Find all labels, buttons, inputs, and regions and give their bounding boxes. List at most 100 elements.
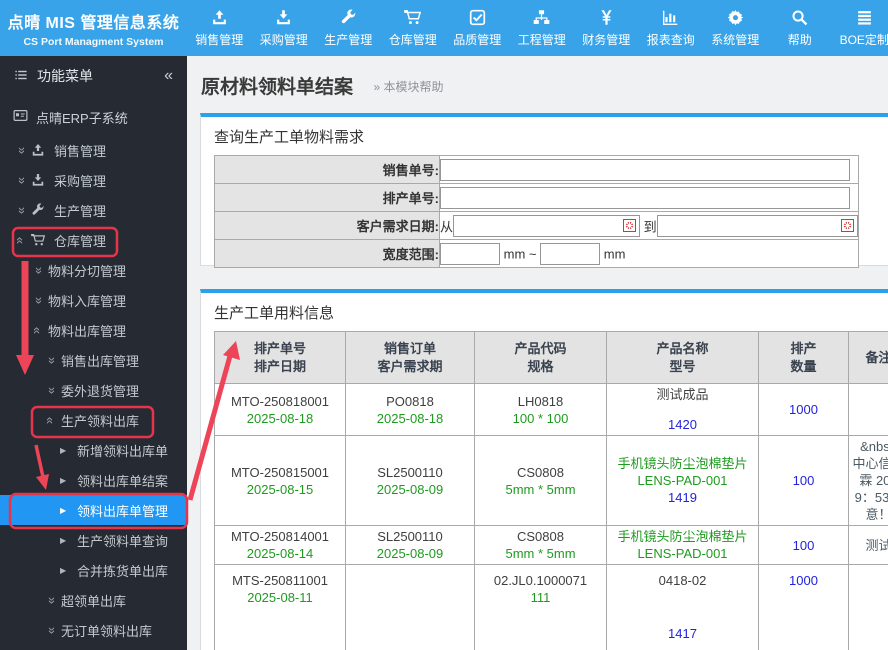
cell-link[interactable]: 100 xyxy=(762,472,845,489)
column-header: 产品代码 规格 xyxy=(474,331,607,384)
cell-link[interactable]: 1417 xyxy=(610,625,755,642)
sidebar-item-label: 仓库管理 xyxy=(54,233,107,249)
table-row: MTO-250818001 2025-08-18 PO0818 2025-08-18 L… xyxy=(214,383,888,436)
nav-item-reports[interactable]: 报表查询 xyxy=(639,0,704,56)
sidebar-item-no-order-picking[interactable]: «无订单领料出库 xyxy=(0,615,187,645)
sidebar-item-material-inbound[interactable]: «物料入库管理 xyxy=(0,285,187,315)
column-header: 排产 数量 xyxy=(758,331,849,384)
nav-item-system[interactable]: 系统管理 xyxy=(703,0,768,56)
chevron-double-down-icon: « xyxy=(13,146,28,154)
sidebar-root-label: 点晴ERP子系统 xyxy=(36,110,128,126)
sidebar-item-sales[interactable]: « 销售管理 xyxy=(0,135,187,165)
sidebar-item-production-picking[interactable]: «生产领料出库 xyxy=(0,405,187,435)
nav-item-label: 财务管理 xyxy=(582,33,631,47)
cell-text: 5mm * 5mm xyxy=(505,481,576,497)
column-header: 备注 xyxy=(848,331,888,384)
sidebar-item-production-picking-query[interactable]: ▶ 生产领料单查询 xyxy=(0,525,187,555)
workorder-panel-title: 生产工单用料信息 xyxy=(214,305,335,322)
nav-item-label: 仓库管理 xyxy=(388,33,437,47)
date-picker-icon[interactable] xyxy=(840,218,854,232)
nav-item-help[interactable]: 帮助 xyxy=(768,0,833,56)
gear-icon xyxy=(703,9,768,28)
check-square-icon xyxy=(445,9,510,28)
nav-item-boe-custom[interactable]: BOE定制 xyxy=(832,0,888,56)
chevron-double-down-icon: « xyxy=(43,626,58,634)
column-header: 排产单号 排产日期 xyxy=(214,331,346,384)
nav-item-label: 报表查询 xyxy=(646,33,695,47)
sales-no-input[interactable] xyxy=(440,158,850,181)
cell-link[interactable]: 1420 xyxy=(610,416,755,433)
table-cell: CS0808 5mm * 5mm xyxy=(474,435,607,526)
nav-item-finance[interactable]: 财务管理 xyxy=(574,0,639,56)
sidebar-item-label: 生产领料单查询 xyxy=(77,533,169,549)
sidebar-item-material-outbound[interactable]: «物料出库管理 xyxy=(0,315,187,345)
table-cell: MTO-250814001 2025-08-14 xyxy=(214,525,346,565)
sidebar-item-purchase[interactable]: « 采购管理 xyxy=(0,165,187,195)
nav-item-quality[interactable]: 品质管理 xyxy=(445,0,510,56)
table-cell: &nbsp 中心信息霖 202 9：53： 意！ xyxy=(848,435,888,526)
cell-text: 2025-08-09 xyxy=(376,546,444,561)
cell-text: 5mm * 5mm xyxy=(505,546,576,561)
date-from-input[interactable] xyxy=(453,214,641,237)
width-max-input[interactable] xyxy=(540,242,601,265)
nav-item-label: 销售管理 xyxy=(195,33,244,47)
sidebar-item-warehouse[interactable]: « 仓库管理 xyxy=(0,225,187,255)
cell-link[interactable]: 100 xyxy=(762,537,845,554)
plan-no-input[interactable] xyxy=(440,186,850,209)
nav-item-purchase[interactable]: 采购管理 xyxy=(252,0,317,56)
sidebar-item-material-slitting[interactable]: «物料分切管理 xyxy=(0,255,187,285)
sidebar-item-merged-picking-outbound[interactable]: ▶ 合并拣货单出库 xyxy=(0,555,187,585)
column-header: 产品名称 型号 xyxy=(606,331,759,384)
cell-text: LH0818 xyxy=(517,393,564,409)
cell-text: 02.JL0.1000071 xyxy=(493,573,588,588)
date-picker-icon[interactable] xyxy=(623,218,637,232)
table-cell: CS0808 5mm * 5mm xyxy=(474,525,607,565)
table-cell: 手机镜头防尘泡棉垫片 LENS-PAD-001 xyxy=(606,525,759,565)
cell-text: MTO-250818001 xyxy=(230,393,330,409)
sidebar-item-sales-outbound[interactable]: «销售出库管理 xyxy=(0,345,187,375)
sidebar-item-picking-order-management[interactable]: ▶ 领料出库单管理 xyxy=(0,495,187,525)
cell-link[interactable]: 1000 xyxy=(762,572,845,589)
nav-item-engineering[interactable]: 工程管理 xyxy=(510,0,575,56)
sidebar-item-production[interactable]: « 生产管理 xyxy=(0,195,187,225)
nav-item-label: 生产管理 xyxy=(324,33,373,47)
top-bar: 点晴 MIS 管理信息系统 CS Port Managment System 销… xyxy=(0,0,888,56)
table-cell xyxy=(848,564,888,650)
table-cell: 1000 xyxy=(758,564,849,650)
nav-item-production[interactable]: 生产管理 xyxy=(316,0,381,56)
chevron-double-down-icon: « xyxy=(43,356,58,364)
sidebar-item-erp-root[interactable]: 点晴ERP子系统 xyxy=(0,103,187,131)
module-help-link[interactable]: » 本模块帮助 xyxy=(373,80,443,94)
workorder-table-body: MTO-250818001 2025-08-18 PO0818 2025-08-18 L… xyxy=(214,383,888,650)
cell-text: 2025-08-09 xyxy=(376,481,444,497)
cell-text: CS0808 xyxy=(517,529,564,544)
sidebar-item-over-picking-outbound[interactable]: «超领单出库 xyxy=(0,585,187,615)
upload-icon xyxy=(187,9,252,28)
cell-link[interactable]: 1419 xyxy=(610,489,755,506)
page-title: 原材料领料单结案 xyxy=(201,77,354,98)
cell-text: 2025-08-18 xyxy=(376,410,444,426)
date-from-label: 从 xyxy=(440,219,454,234)
yen-icon xyxy=(574,9,639,28)
wrench-icon xyxy=(316,9,381,28)
sidebar-item-new-picking-order[interactable]: ▶ 新增领料出库单 xyxy=(0,435,187,465)
wrench-icon xyxy=(31,203,45,217)
cell-text: 100 * 100 xyxy=(512,410,569,426)
sidebar-item-label: 无订单领料出库 xyxy=(61,623,153,639)
sidebar-item-label: 销售管理 xyxy=(54,143,107,159)
cell-text: 2025-08-11 xyxy=(247,590,313,605)
sidebar-collapse-button[interactable]: « xyxy=(164,67,173,85)
demand-date-label: 客户需求日期: xyxy=(214,211,440,240)
download-icon xyxy=(31,173,45,187)
nav-item-sales[interactable]: 销售管理 xyxy=(187,0,252,56)
sidebar-item-picking-order-close[interactable]: ▶ 领料出库单结案 xyxy=(0,465,187,495)
cell-link[interactable]: 1000 xyxy=(762,401,845,418)
table-cell: 测试成品 1420 xyxy=(606,383,759,436)
nav-item-warehouse[interactable]: 仓库管理 xyxy=(381,0,446,56)
bar-chart-icon xyxy=(639,9,704,28)
cell-text: &nbsp xyxy=(860,439,888,454)
cell-text: 手机镜头防尘泡棉垫片 xyxy=(617,529,748,544)
date-to-input[interactable] xyxy=(656,214,858,237)
width-min-input[interactable] xyxy=(440,242,500,265)
sidebar-item-outsource-return[interactable]: «委外退货管理 xyxy=(0,375,187,405)
